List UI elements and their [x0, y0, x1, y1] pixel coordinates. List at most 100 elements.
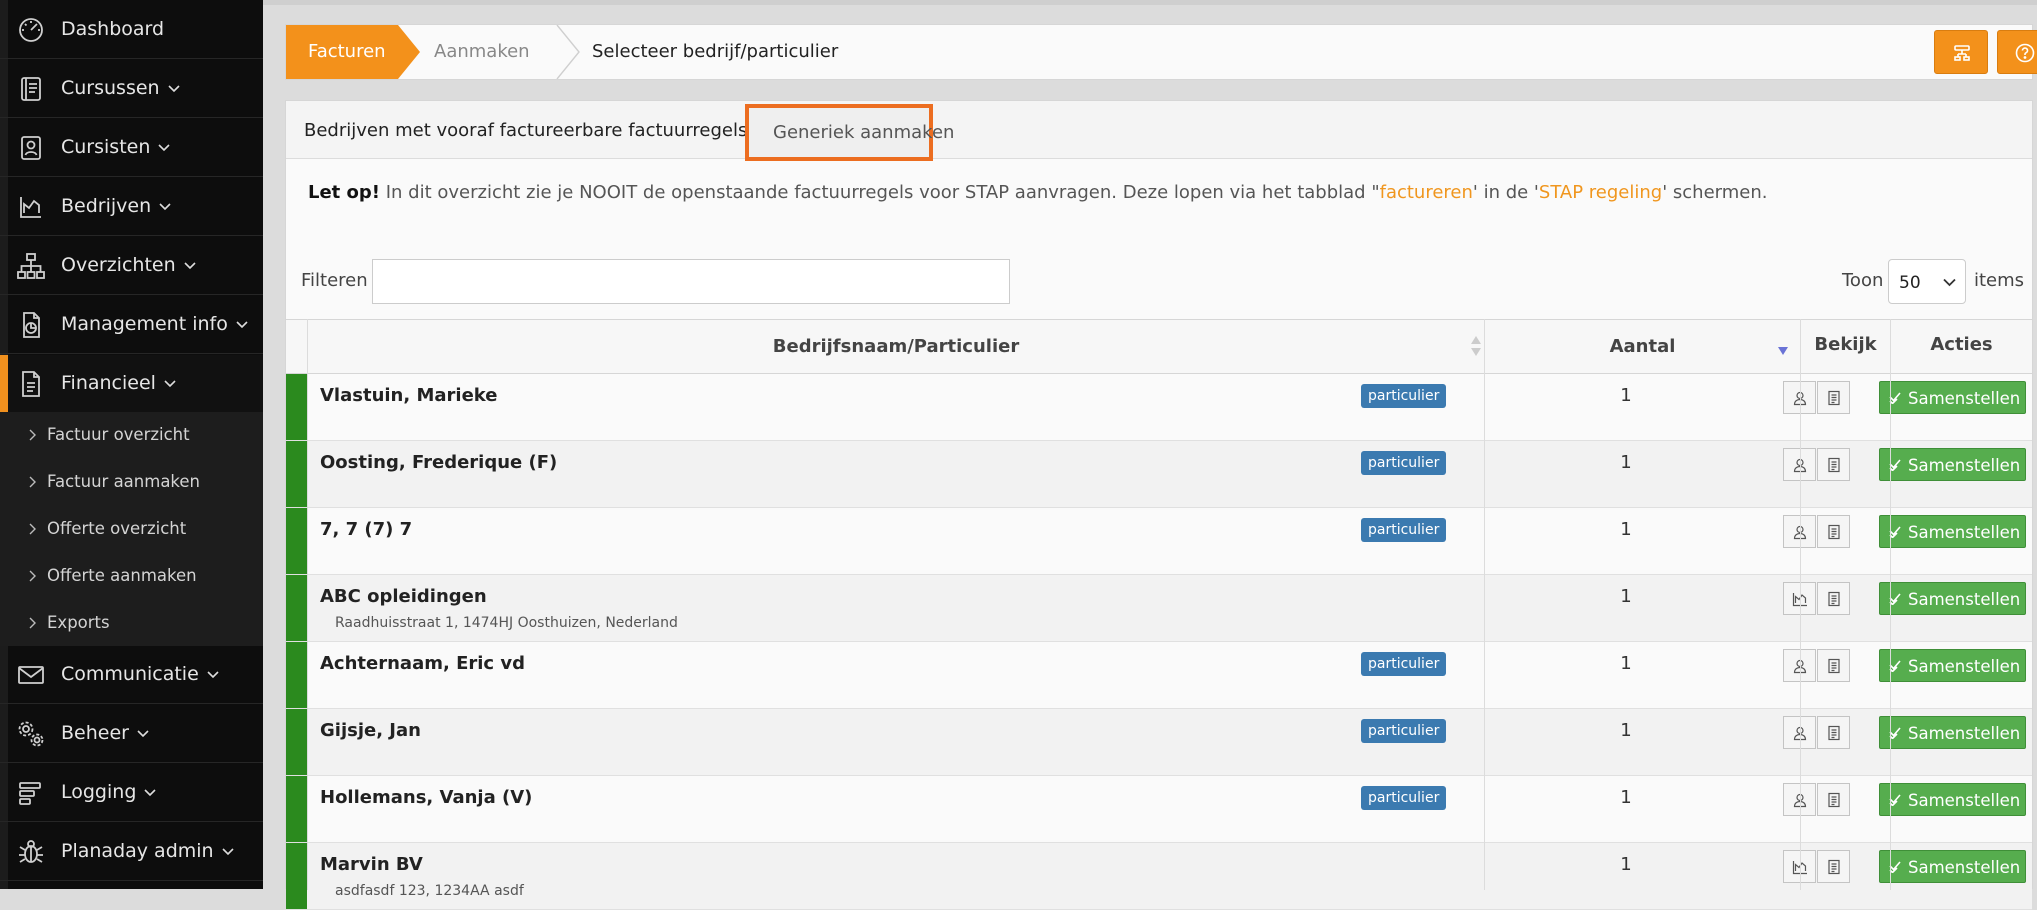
chevron-down-icon	[159, 195, 171, 217]
sidebar-item-cursussen[interactable]: Cursussen	[0, 60, 263, 118]
column-divider	[1800, 319, 1801, 890]
submenu-item-factuur-overzicht[interactable]: Factuur overzicht	[0, 412, 263, 459]
pagesize-select[interactable]: 50	[1888, 259, 1966, 304]
view-invoice-lines-button[interactable]	[1817, 850, 1850, 883]
content-panel: Bedrijven met vooraf factureerbare factu…	[285, 100, 2033, 910]
table-row: Oosting, Frederique (F) particulier 1 Samen…	[286, 441, 2032, 508]
row-name: Achternaam, Eric vd	[320, 653, 525, 674]
tab-label: Generiek aanmaken	[773, 122, 955, 143]
sidebar-item-label: Beheer	[61, 722, 129, 744]
sidebar-item-bedrijven[interactable]: Bedrijven	[0, 178, 263, 236]
chevron-down-icon	[164, 372, 176, 394]
submenu-label: Factuur overzicht	[47, 425, 190, 444]
submenu-item-factuur-aanmaken[interactable]: Factuur aanmaken	[0, 459, 263, 506]
col-header-name[interactable]: Bedrijfsnaam/Particulier	[308, 320, 1484, 373]
view-invoice-lines-button[interactable]	[1817, 582, 1850, 615]
view-button-group	[1783, 582, 1851, 615]
sidebar: Dashboard Cursussen Cursisten Bedrijven …	[0, 0, 263, 889]
sidebar-item-planaday-admin[interactable]: Planaday admin	[0, 823, 263, 881]
row-status-bar	[286, 709, 307, 775]
notice-text: Let op! In dit overzicht zie je NOOIT de…	[308, 182, 1767, 203]
samenstellen-button[interactable]: Samenstellen	[1879, 381, 2026, 414]
notice-part1: In dit overzicht zie je NOOIT de opensta…	[380, 182, 1380, 203]
link-stap-regeling[interactable]: STAP regeling	[1539, 182, 1662, 203]
submenu-item-offerte-overzicht[interactable]: Offerte overzicht	[0, 506, 263, 553]
column-divider	[307, 319, 308, 890]
samenstellen-button[interactable]: Samenstellen	[1879, 783, 2026, 816]
view-button-group	[1783, 381, 1851, 414]
samenstellen-button[interactable]: Samenstellen	[1879, 649, 2026, 682]
submenu-item-exports[interactable]: Exports	[0, 600, 263, 647]
breadcrumb-middle[interactable]: Aanmaken	[434, 41, 530, 62]
student-icon	[17, 134, 45, 162]
submenu-label: Exports	[47, 613, 110, 632]
sidebar-item-financieel[interactable]: Financieel	[0, 355, 263, 413]
column-divider	[1890, 319, 1891, 890]
sidebar-item-overzichten[interactable]: Overzichten	[0, 237, 263, 295]
row-status-bar	[286, 776, 307, 842]
sidebar-item-management-info[interactable]: Management info	[0, 296, 263, 354]
submenu-label: Offerte overzicht	[47, 519, 187, 538]
dashboard-icon	[17, 16, 45, 44]
pagesize-value: 50	[1899, 273, 1921, 293]
tab-generiek-aanmaken[interactable]: Generiek aanmaken	[745, 104, 954, 161]
chevron-down-icon	[207, 663, 219, 685]
view-invoice-lines-button[interactable]	[1817, 716, 1850, 749]
row-count: 1	[1620, 385, 1632, 406]
submenu-item-offerte-aanmaken[interactable]: Offerte aanmaken	[0, 553, 263, 600]
breadcrumb-home[interactable]: Facturen	[286, 25, 398, 79]
particulier-badge: particulier	[1361, 451, 1447, 475]
view-invoice-lines-button[interactable]	[1817, 448, 1850, 481]
sidebar-item-cursisten[interactable]: Cursisten	[0, 119, 263, 177]
chevron-right-icon	[29, 570, 36, 582]
sidebar-item-label: Management info	[61, 313, 228, 335]
table-row: Achternaam, Eric vd particulier 1 Samenstel…	[286, 642, 2032, 709]
col-header-name-label: Bedrijfsnaam/Particulier	[772, 336, 1020, 357]
row-status-bar	[286, 508, 307, 574]
samenstellen-label: Samenstellen	[1908, 657, 2021, 676]
filter-input[interactable]	[372, 259, 1010, 304]
notice-bold: Let op!	[308, 182, 381, 203]
gears-icon	[17, 720, 45, 748]
sidebar-item-dashboard[interactable]: Dashboard	[0, 1, 263, 59]
samenstellen-button[interactable]: Samenstellen	[1879, 515, 2026, 548]
samenstellen-label: Samenstellen	[1908, 523, 2021, 542]
row-name: Vlastuin, Marieke	[320, 385, 498, 406]
sidebar-item-communicatie[interactable]: Communicatie	[0, 646, 263, 704]
sidebar-item-label: Cursussen	[61, 77, 160, 99]
row-name: Marvin BV	[320, 854, 423, 875]
samenstellen-button[interactable]: Samenstellen	[1879, 850, 2026, 883]
sidebar-item-beheer[interactable]: Beheer	[0, 705, 263, 763]
help-button[interactable]	[1997, 30, 2037, 74]
samenstellen-label: Samenstellen	[1908, 389, 2021, 408]
chevron-right-icon	[29, 617, 36, 629]
help-icon	[2015, 43, 2035, 63]
toggle-panel-button[interactable]	[1934, 30, 1988, 74]
table-header: Bedrijfsnaam/Particulier Aantal Bekijk A…	[286, 319, 2032, 374]
sidebar-item-logging[interactable]: Logging	[0, 764, 263, 822]
samenstellen-button[interactable]: Samenstellen	[1879, 716, 2026, 749]
tab-bedrijven-factureerbaar[interactable]: Bedrijven met vooraf factureerbare factu…	[304, 120, 747, 141]
table-row: Hollemans, Vanja (V) particulier 1 Samenste…	[286, 776, 2032, 843]
bug-icon	[17, 838, 45, 866]
view-invoice-lines-button[interactable]	[1817, 783, 1850, 816]
particulier-badge: particulier	[1361, 719, 1447, 743]
col-header-count[interactable]: Aantal	[1485, 320, 1800, 373]
filter-label: Filteren	[301, 270, 368, 291]
view-invoice-lines-button[interactable]	[1817, 649, 1850, 682]
view-invoice-lines-button[interactable]	[1817, 381, 1850, 414]
chevron-right-icon	[29, 476, 36, 488]
samenstellen-label: Samenstellen	[1908, 590, 2021, 609]
breadcrumb-home-label: Facturen	[308, 41, 386, 62]
link-factureren[interactable]: factureren	[1380, 182, 1473, 203]
row-status-bar	[286, 843, 307, 909]
particulier-badge: particulier	[1361, 518, 1447, 542]
notice-part3: ' schermen.	[1662, 182, 1768, 203]
samenstellen-button[interactable]: Samenstellen	[1879, 582, 2026, 615]
breadcrumb-arrow	[398, 25, 420, 79]
chevron-down-icon	[144, 781, 156, 803]
samenstellen-button[interactable]: Samenstellen	[1879, 448, 2026, 481]
samenstellen-label: Samenstellen	[1908, 791, 2021, 810]
view-invoice-lines-button[interactable]	[1817, 515, 1850, 548]
sidebar-item-label: Overzichten	[61, 254, 176, 276]
